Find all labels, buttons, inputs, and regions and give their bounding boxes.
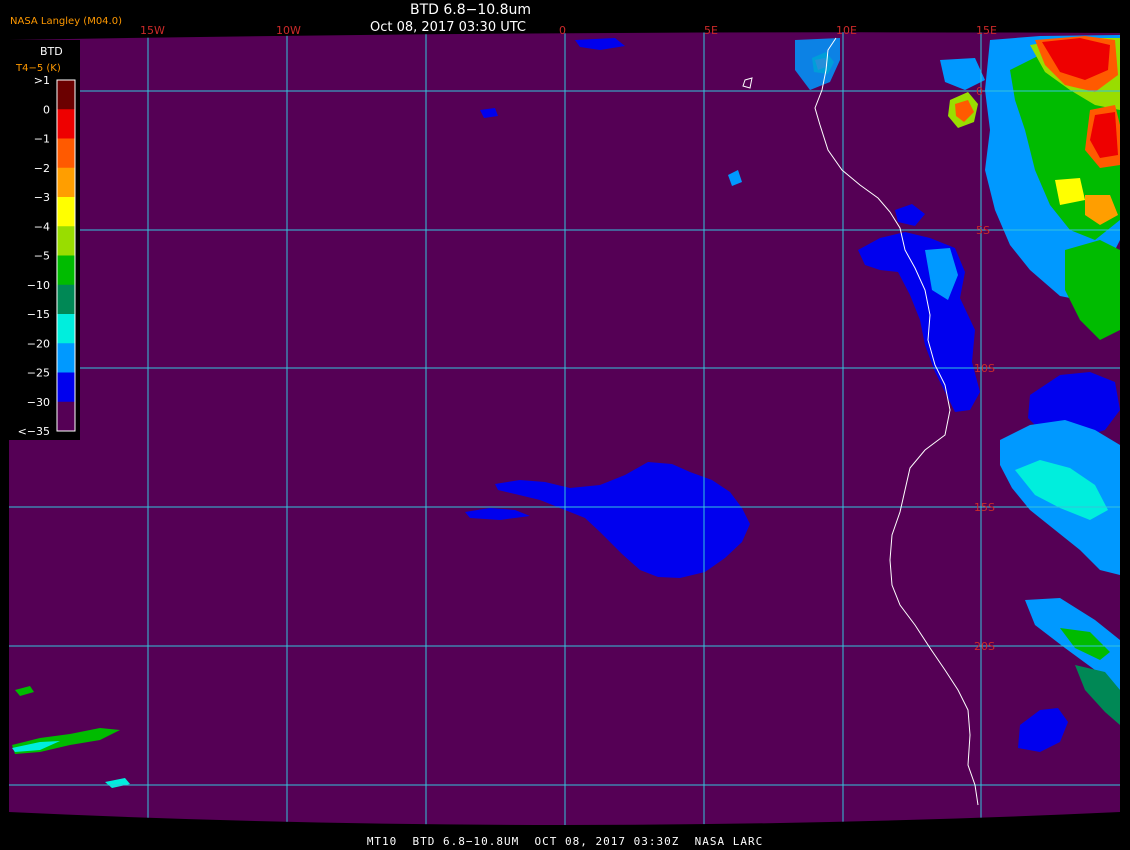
legend-swatch — [57, 255, 75, 286]
lon-label: 0 — [559, 24, 566, 37]
legend-swatch — [57, 197, 75, 227]
lat-label: 10S — [974, 362, 995, 375]
legend-swatch — [57, 314, 75, 344]
legend-swatch — [57, 284, 75, 315]
legend-swatches — [57, 80, 75, 432]
legend-swatch — [57, 343, 75, 373]
legend-label: −10 — [27, 279, 50, 292]
legend-swatch — [57, 226, 75, 256]
legend-label: −2 — [34, 162, 50, 175]
lat-label: 15S — [974, 501, 995, 514]
lon-label: 10W — [276, 24, 301, 37]
legend-label: −3 — [34, 191, 50, 204]
color-legend: BTD T4−5 (K) >1 0 −1 −2 −3 −4 −5 −10 −15 −20 −25 −3… — [9, 40, 80, 440]
lon-label: 5E — [704, 24, 718, 37]
satellite-map: 15W 10W 0 5E 10E 15E 0 5S 10S 15S 20S BT… — [0, 0, 1130, 850]
legend-label: −4 — [34, 220, 50, 233]
legend-title: BTD — [40, 45, 63, 58]
footer-caption: MT10 BTD 6.8−10.8UM OCT 08, 2017 03:30Z … — [366, 835, 764, 848]
legend-subtitle: T4−5 (K) — [15, 63, 61, 74]
legend-label: −30 — [27, 396, 50, 409]
lat-label: 5S — [976, 224, 990, 237]
legend-swatch — [57, 401, 75, 432]
legend-label: 0 — [43, 103, 50, 116]
brand-label: NASA Langley (M04.0) — [10, 16, 122, 27]
legend-label: −25 — [27, 367, 50, 380]
legend-swatch — [57, 138, 75, 169]
legend-label: −20 — [27, 337, 50, 350]
lon-label: 15E — [976, 24, 997, 37]
lat-label: 20S — [974, 640, 995, 653]
legend-label: <−35 — [18, 425, 50, 438]
legend-label: >1 — [34, 74, 50, 87]
lon-label: 15W — [140, 24, 165, 37]
lon-label: 10E — [836, 24, 857, 37]
legend-swatch — [57, 372, 75, 403]
legend-label: −15 — [27, 308, 50, 321]
map-title: BTD 6.8−10.8um — [410, 2, 532, 18]
legend-label: −5 — [34, 250, 50, 263]
lat-label: 0 — [976, 85, 983, 98]
legend-label: −1 — [34, 133, 50, 146]
legend-swatch — [57, 109, 75, 139]
map-timestamp: Oct 08, 2017 03:30 UTC — [370, 20, 526, 35]
legend-swatch — [57, 167, 75, 198]
legend-swatch — [57, 80, 75, 110]
